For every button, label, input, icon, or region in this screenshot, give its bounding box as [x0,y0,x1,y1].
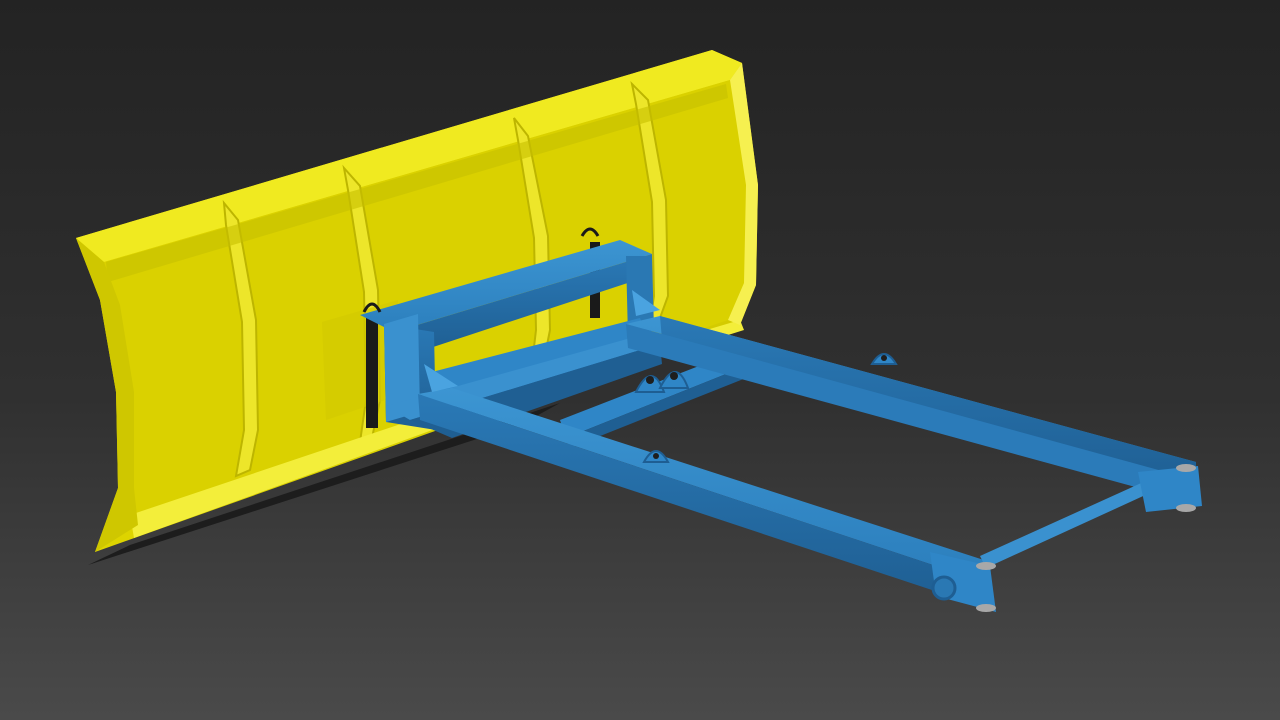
eyelet-hole [646,376,654,384]
eyelet-hole [653,453,659,459]
pin-cap [1176,464,1196,472]
end-bushing-left [931,575,957,601]
pin-cap [1176,504,1196,512]
pivot-pin-left [366,318,378,428]
pin-cap [976,562,996,570]
snow-plow-render [0,0,1280,720]
pin-cap [976,604,996,612]
render-viewport [0,0,1280,720]
eyelet-hole [881,355,887,361]
eyelet-hole [670,372,678,380]
